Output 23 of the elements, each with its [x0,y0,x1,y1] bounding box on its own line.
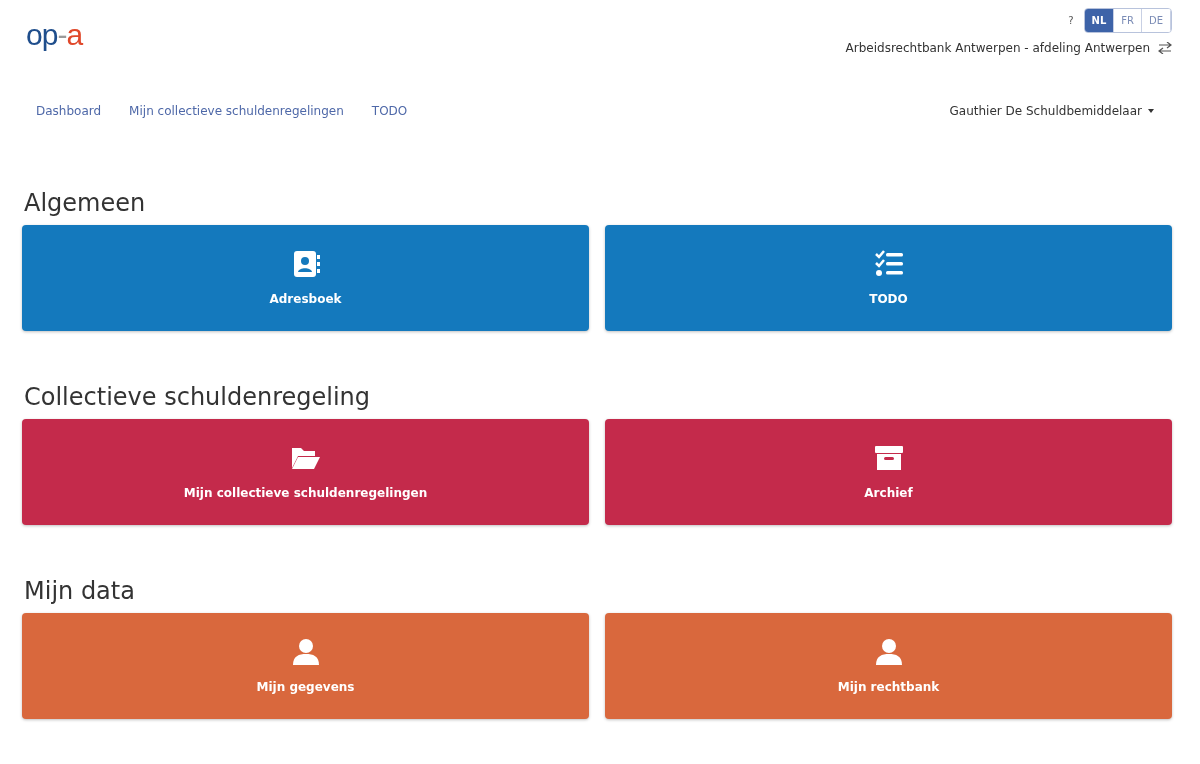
user-menu[interactable]: Gauthier De Schuldbemiddelaar [943,103,1160,119]
caret-icon [1148,109,1154,113]
archive-box-icon [873,444,904,472]
language-button[interactable]: NL [1084,9,1115,32]
nav-link[interactable]: Mijn collectieve schuldenregelingen [129,104,344,118]
section-title: Algemeen [24,189,147,217]
checklist-icon [873,250,904,278]
dashboard-tile[interactable]: Mijn gegevens [22,613,589,719]
nav-link[interactable]: TODO [371,104,408,118]
court-name: Arbeidsrechtbank Antwerpen - afdeling Antwerpen [845,41,1150,55]
dashboard-tile[interactable]: Adresboek [22,225,589,331]
swap-icon[interactable] [1158,42,1172,54]
dashboard-tile[interactable]: TODO [605,225,1172,331]
user-icon [873,638,904,666]
section-title: Mijn data [24,577,136,605]
logo: op-a [26,18,83,52]
help-link[interactable]: ? [1068,15,1074,26]
dashboard-tile[interactable]: Mijn rechtbank [605,613,1172,719]
dashboard-tile[interactable]: Archief [605,419,1172,525]
dashboard-tile[interactable]: Mijn collectieve schuldenregelingen [22,419,589,525]
nav-link[interactable]: Dashboard [36,104,102,118]
section-title: Collectieve schuldenregeling [24,383,372,411]
user-icon [290,638,321,666]
